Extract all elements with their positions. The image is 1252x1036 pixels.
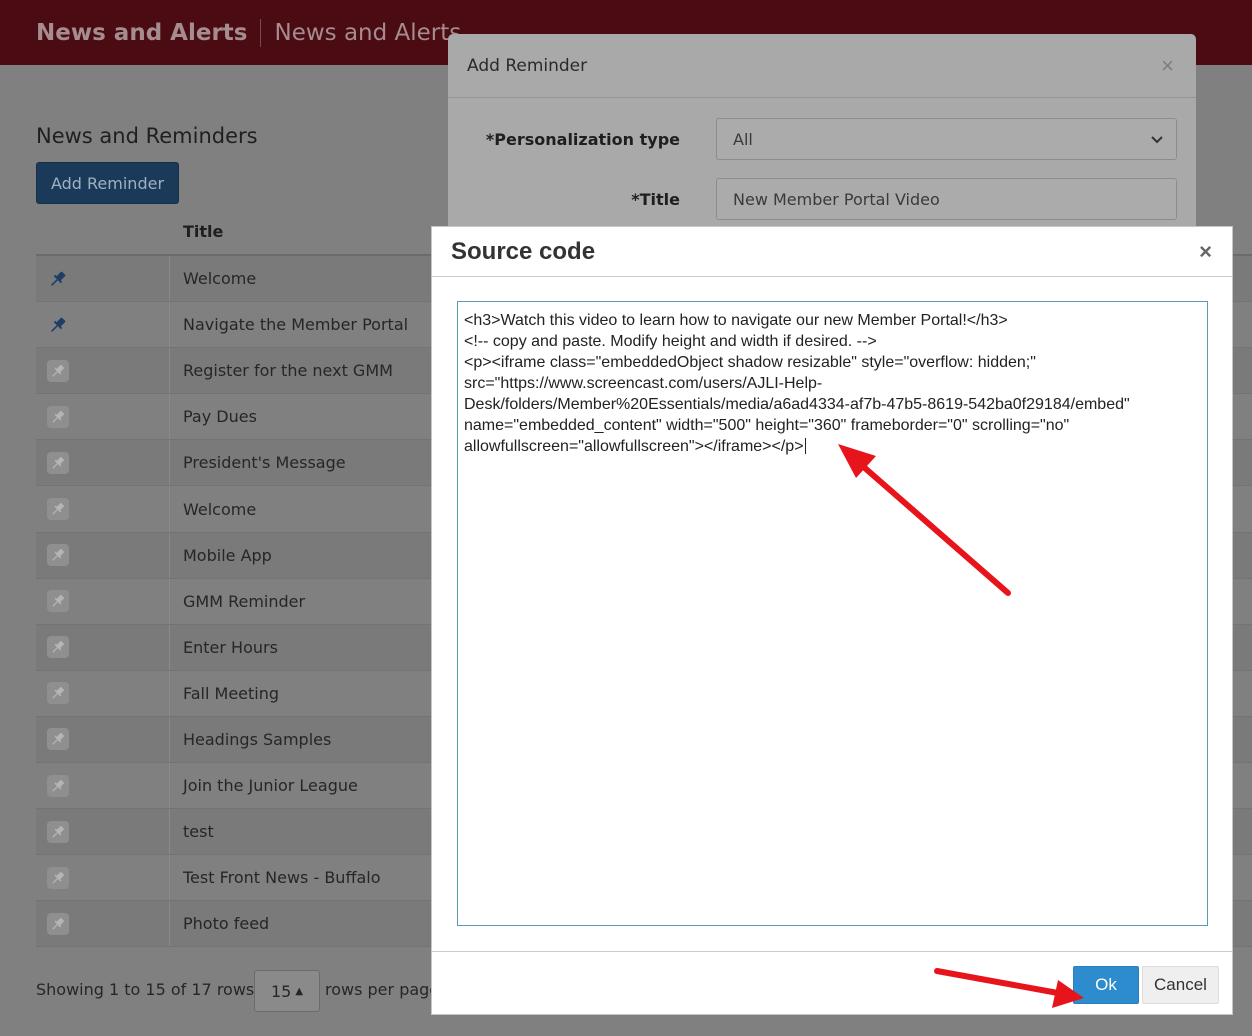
unpinned-icon[interactable] <box>47 451 69 474</box>
personalization-label: *Personalization type <box>485 129 680 149</box>
row-title[interactable]: Pay Dues <box>170 407 257 426</box>
source-code-dialog: Source code × <h3>Watch this video to le… <box>431 226 1233 1015</box>
rows-per-page-label: rows per page <box>325 980 440 999</box>
caret-up-icon: ▲ <box>295 985 304 997</box>
row-title[interactable]: Welcome <box>170 500 256 519</box>
pagination-summary: Showing 1 to 15 of 17 rows <box>36 980 255 999</box>
pinned-icon[interactable] <box>47 268 69 290</box>
header-subtitle: News and Alerts <box>274 19 462 46</box>
unpinned-icon[interactable] <box>47 359 69 382</box>
code-line: <h3>Watch this video to learn how to nav… <box>464 310 1201 331</box>
pin-cell <box>36 578 170 624</box>
add-reminder-modal-title: Add Reminder <box>467 55 588 76</box>
personalization-select[interactable]: All <box>716 118 1177 160</box>
row-title[interactable]: Test Front News - Buffalo <box>170 868 381 887</box>
code-line: name="embedded_content" width="500" heig… <box>464 415 1201 436</box>
title-row: *Title New Member Portal Video <box>448 178 1196 220</box>
unpinned-icon[interactable] <box>47 405 69 428</box>
row-title[interactable]: Join the Junior League <box>170 776 358 795</box>
code-line: <!-- copy and paste. Modify height and w… <box>464 331 1201 352</box>
source-code-textarea[interactable]: <h3>Watch this video to learn how to nav… <box>457 301 1208 926</box>
close-icon[interactable]: × <box>1161 53 1174 79</box>
rows-per-page-dropdown[interactable]: 15 ▲ <box>254 970 320 1012</box>
pin-cell <box>36 532 170 578</box>
source-code-footer: Ok Cancel <box>432 951 1232 1015</box>
pinned-icon[interactable] <box>47 314 69 336</box>
code-line: Desk/folders/Member%20Essentials/media/a… <box>464 394 1201 415</box>
unpinned-icon[interactable] <box>47 820 69 843</box>
row-title[interactable]: Welcome <box>170 269 256 288</box>
pin-cell <box>36 855 170 901</box>
title-input[interactable]: New Member Portal Video <box>716 178 1177 220</box>
add-reminder-modal-header: Add Reminder × <box>448 34 1196 98</box>
unpinned-icon[interactable] <box>47 544 69 567</box>
personalization-value: All <box>733 129 753 149</box>
chevron-down-icon <box>1151 136 1163 144</box>
brand-title[interactable]: News and Alerts <box>36 20 247 46</box>
cancel-button[interactable]: Cancel <box>1142 966 1219 1004</box>
header-divider <box>260 18 262 47</box>
pin-cell <box>36 716 170 763</box>
ok-button[interactable]: Ok <box>1073 966 1139 1004</box>
row-title[interactable]: test <box>170 822 214 841</box>
pin-cell <box>36 348 170 394</box>
code-line-text: <!-- copy and paste. Modify height and w… <box>464 333 877 350</box>
row-title[interactable]: Headings Samples <box>170 730 331 749</box>
code-line: allowfullscreen="allowfullscreen"></ifra… <box>464 436 1201 457</box>
pin-cell <box>36 256 170 302</box>
pin-cell <box>36 302 170 348</box>
title-label: *Title <box>631 189 680 209</box>
pin-cell <box>36 440 170 486</box>
code-line: <p><iframe class="embeddedObject shadow … <box>464 352 1201 373</box>
rows-per-page-value: 15 <box>270 981 292 1001</box>
add-reminder-button[interactable]: Add Reminder <box>36 162 179 204</box>
row-title[interactable]: Photo feed <box>170 914 269 933</box>
code-line-text: allowfullscreen="allowfullscreen"></ifra… <box>464 438 804 455</box>
code-line-text: name="embedded_content" width="500" heig… <box>464 417 1070 434</box>
row-title[interactable]: President's Message <box>170 453 346 472</box>
title-input-value: New Member Portal Video <box>733 189 940 209</box>
row-title[interactable]: Register for the next GMM <box>170 361 393 380</box>
source-code-header: Source code × <box>432 227 1232 277</box>
pin-cell <box>36 624 170 670</box>
code-line-text: src="https://www.screencast.com/users/AJ… <box>464 375 823 392</box>
pin-cell <box>36 394 170 440</box>
row-title[interactable]: Enter Hours <box>170 638 278 657</box>
close-icon[interactable]: × <box>1199 239 1212 265</box>
row-title[interactable]: Mobile App <box>170 546 272 565</box>
unpinned-icon[interactable] <box>47 590 69 613</box>
page-title: News and Reminders <box>36 124 258 148</box>
code-line-text: <h3>Watch this video to learn how to nav… <box>464 312 1008 329</box>
pin-cell <box>36 486 170 532</box>
personalization-row: *Personalization type All <box>448 118 1196 160</box>
text-caret <box>804 438 806 454</box>
source-code-title: Source code <box>451 237 596 265</box>
pin-cell <box>36 763 170 809</box>
unpinned-icon[interactable] <box>47 682 69 705</box>
column-header-title[interactable]: Title <box>183 222 223 241</box>
row-title[interactable]: Fall Meeting <box>170 684 279 703</box>
unpinned-icon[interactable] <box>47 912 69 935</box>
code-line-text: <p><iframe class="embeddedObject shadow … <box>464 354 1036 371</box>
unpinned-icon[interactable] <box>47 636 69 659</box>
pin-cell <box>36 809 170 855</box>
code-line-text: Desk/folders/Member%20Essentials/media/a… <box>464 396 1130 413</box>
pin-cell <box>36 670 170 716</box>
pin-cell <box>36 901 170 947</box>
row-title[interactable]: GMM Reminder <box>170 592 305 611</box>
code-line: src="https://www.screencast.com/users/AJ… <box>464 373 1201 394</box>
unpinned-icon[interactable] <box>47 866 69 889</box>
row-title[interactable]: Navigate the Member Portal <box>170 315 408 334</box>
unpinned-icon[interactable] <box>47 728 69 751</box>
unpinned-icon[interactable] <box>47 774 69 797</box>
unpinned-icon[interactable] <box>47 498 69 521</box>
